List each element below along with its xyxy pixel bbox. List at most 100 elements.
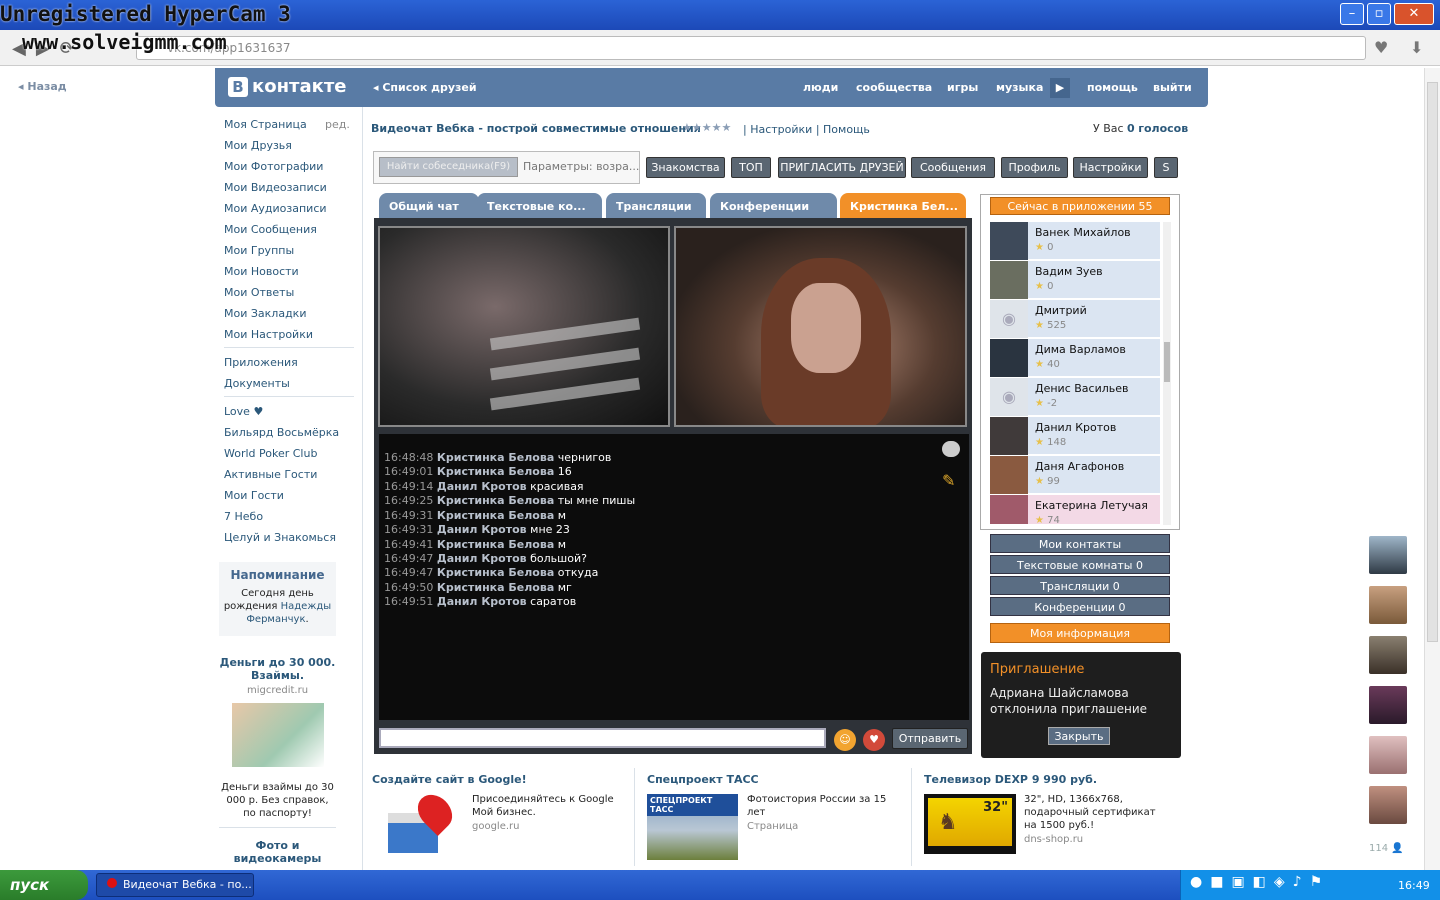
sidebar-app-love[interactable]: Love ♥: [224, 405, 263, 418]
sidebar-my-settings[interactable]: Мои Настройки: [224, 328, 313, 341]
side-ad-title[interactable]: Деньги до 30 000. Взаймы.: [219, 656, 336, 682]
side-ad2-title[interactable]: Фото и видеокамеры: [219, 839, 336, 865]
ad-google-title[interactable]: Создайте сайт в Google!: [372, 773, 527, 786]
ad-tass-title[interactable]: Спецпроект ТАСС: [647, 773, 759, 786]
ad-tv-title[interactable]: Телевизор DEXP 9 990 руб.: [924, 773, 1097, 786]
sidebar-my-messages[interactable]: Мои Сообщения: [224, 223, 317, 236]
sidebar-my-answers[interactable]: Мои Ответы: [224, 286, 294, 299]
bookmark-heart-icon[interactable]: ♥: [1374, 38, 1388, 57]
broadcasts-section[interactable]: Трансляции 0: [990, 576, 1170, 595]
friend-avatar[interactable]: [1369, 736, 1407, 774]
back-link[interactable]: ◂ Назад: [18, 80, 67, 93]
user-list-item[interactable]: Ванек Михайлов ★ 0: [990, 222, 1160, 260]
msg-author[interactable]: Данил Кротов: [437, 552, 527, 565]
google-business-icon[interactable]: [384, 787, 460, 861]
sidebar-my-audio[interactable]: Мои Аудиозаписи: [224, 202, 327, 215]
params-dropdown[interactable]: Параметры: возра...: [523, 160, 639, 173]
sidebar-app-kiss[interactable]: Целуй и Знакомься: [224, 531, 336, 544]
profile-button[interactable]: Профиль: [1001, 157, 1068, 178]
sidebar-my-photos[interactable]: Мои Фотографии: [224, 160, 323, 173]
users-scrollbar[interactable]: [1163, 222, 1171, 525]
music-play-icon[interactable]: ▶: [1050, 78, 1070, 98]
friend-avatar[interactable]: [1369, 586, 1407, 624]
dating-button[interactable]: Знакомства: [646, 157, 725, 178]
app-settings-link[interactable]: Настройки: [750, 123, 812, 136]
sidebar-app-7-sky[interactable]: 7 Небо: [224, 510, 263, 523]
sidebar-app-poker[interactable]: World Poker Club: [224, 447, 317, 460]
send-button[interactable]: Отправить: [892, 728, 968, 749]
page-scrollbar[interactable]: [1424, 68, 1440, 870]
sidebar-documents[interactable]: Документы: [224, 377, 290, 390]
user-list-item[interactable]: Данил Кротов ★ 148: [990, 417, 1160, 455]
tab-private-chat[interactable]: Кристинка Бел... ×: [840, 193, 966, 240]
friend-avatar[interactable]: [1369, 536, 1407, 574]
broom-clear-icon[interactable]: ✎: [942, 471, 955, 490]
sidebar-my-bookmarks[interactable]: Мои Закладки: [224, 307, 306, 320]
tab-conferences[interactable]: Конференции: [710, 193, 837, 219]
nav-people[interactable]: люди: [803, 81, 838, 94]
friends-count[interactable]: 114 👤: [1369, 843, 1404, 854]
my-contacts-section[interactable]: Мои контакты: [990, 534, 1170, 553]
msg-author[interactable]: Кристинка Белова: [437, 509, 554, 522]
msg-author[interactable]: Кристинка Белова: [437, 465, 554, 478]
message-input[interactable]: [379, 728, 826, 748]
friend-avatar[interactable]: [1369, 636, 1407, 674]
tab-broadcasts[interactable]: Трансляции: [606, 193, 706, 219]
ad-tv-image[interactable]: 32" ♞: [924, 794, 1016, 854]
nav-music[interactable]: музыка: [996, 81, 1043, 94]
sidebar-edit-link[interactable]: ред.: [325, 118, 350, 131]
nav-help[interactable]: помощь: [1087, 81, 1138, 94]
sidebar-my-news[interactable]: Мои Новости: [224, 265, 299, 278]
conferences-section[interactable]: Конференции 0: [990, 597, 1170, 616]
ad-tass-image[interactable]: СПЕЦПРОЕКТ ТАСС: [647, 794, 738, 860]
user-list-item[interactable]: Даня Агафонов ★ 99: [990, 456, 1160, 494]
msg-author[interactable]: Данил Кротов: [437, 595, 527, 608]
sidebar-my-friends[interactable]: Мои Друзья: [224, 139, 292, 152]
tab-general-chat[interactable]: Общий чат: [379, 193, 479, 219]
user-list-item[interactable]: Екатерина Летучая ★ 74: [990, 495, 1160, 525]
sidebar-apps[interactable]: Приложения: [224, 356, 298, 369]
download-icon[interactable]: ⬇: [1410, 38, 1423, 57]
msg-author[interactable]: Данил Кротов: [437, 523, 527, 536]
msg-author[interactable]: Кристинка Белова: [437, 451, 554, 464]
tray-icons[interactable]: ●■▣◧◈♪⚑: [1190, 874, 1330, 890]
start-button[interactable]: пуск: [0, 870, 88, 900]
smiley-icon[interactable]: ☺: [834, 729, 856, 751]
msg-author[interactable]: Кристинка Белова: [437, 494, 554, 507]
invitation-close-button[interactable]: Закрыть: [1048, 727, 1110, 745]
text-rooms-section[interactable]: Текстовые комнаты 0: [990, 555, 1170, 574]
messages-button[interactable]: Сообщения: [911, 157, 995, 178]
sidebar-app-my-guests[interactable]: Мои Гости: [224, 489, 284, 502]
nav-communities[interactable]: сообщества: [856, 81, 932, 94]
invite-friends-button[interactable]: ПРИГЛАСИТЬ ДРУЗЕЙ: [778, 157, 906, 178]
user-list-item[interactable]: ◉ Дмитрий ★ 525: [990, 300, 1160, 338]
msg-author[interactable]: Кристинка Белова: [437, 566, 554, 579]
msg-author[interactable]: Кристинка Белова: [437, 581, 554, 594]
maximize-button[interactable]: ▫: [1367, 3, 1391, 25]
side-ad-image[interactable]: [232, 703, 324, 767]
address-bar[interactable]: vk.com/app1631637: [136, 36, 1366, 60]
sidebar-my-page[interactable]: Моя Страница: [224, 118, 307, 131]
vk-logo[interactable]: Вконтакте: [228, 76, 346, 97]
my-info-button[interactable]: Моя информация: [990, 623, 1170, 643]
friends-list-link[interactable]: ◂ Список друзей: [373, 81, 477, 94]
find-partner-button[interactable]: Найти собеседника(F9): [379, 157, 518, 177]
user-list-item[interactable]: Вадим Зуев ★ 0: [990, 261, 1160, 299]
sidebar-my-groups[interactable]: Мои Группы: [224, 244, 294, 257]
close-window-button[interactable]: ✕: [1394, 3, 1434, 25]
user-list-item[interactable]: ◉ Денис Васильев ★ -2: [990, 378, 1160, 416]
taskbar-opera-window[interactable]: Видеочат Вебка - по...: [96, 873, 254, 897]
msg-author[interactable]: Данил Кротов: [437, 480, 527, 493]
sidebar-app-active-guests[interactable]: Активные Гости: [224, 468, 317, 481]
top-button[interactable]: ТОП: [731, 157, 771, 178]
sidebar-app-billiard[interactable]: Бильярд Восьмёрка: [224, 426, 339, 439]
nav-logout[interactable]: выйти: [1153, 81, 1192, 94]
nav-games[interactable]: игры: [947, 81, 978, 94]
gift-icon[interactable]: ♥: [863, 729, 885, 751]
settings-button[interactable]: Настройки: [1073, 157, 1148, 178]
chat-bubble-icon[interactable]: [942, 441, 960, 457]
minimize-button[interactable]: –: [1340, 3, 1364, 25]
msg-author[interactable]: Кристинка Белова: [437, 538, 554, 551]
tab-text-rooms[interactable]: Текстовые ко...: [477, 193, 602, 219]
extra-button[interactable]: S: [1154, 157, 1178, 178]
